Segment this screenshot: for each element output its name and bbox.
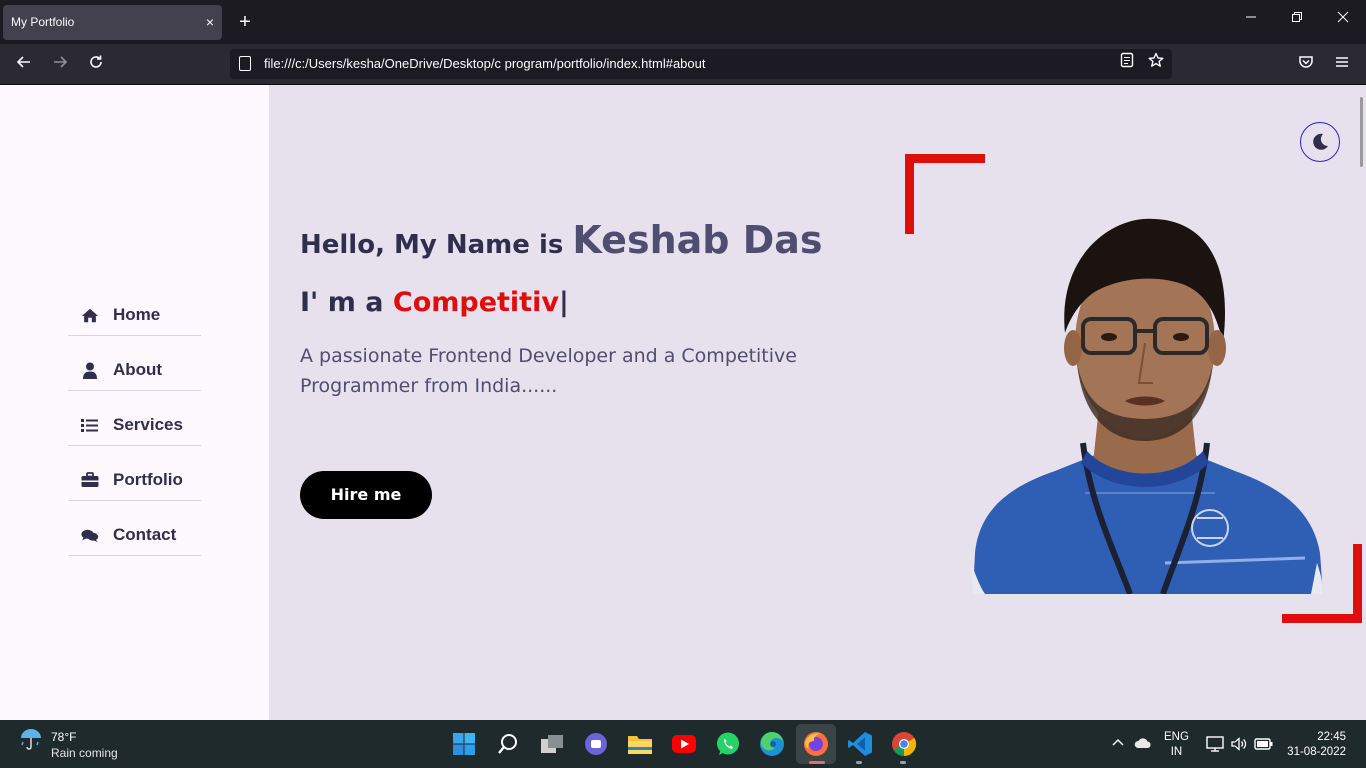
- whatsapp-icon[interactable]: [714, 730, 742, 758]
- dark-mode-toggle[interactable]: [1300, 122, 1340, 162]
- portfolio-page: Home About Services Portfolio Contact He…: [0, 85, 1366, 720]
- navigation-bar: file:///c:/Users/kesha/OneDrive/Desktop/…: [0, 44, 1366, 85]
- corner-bracket-bottom-right: [1282, 614, 1362, 623]
- sidebar-item-label: About: [113, 360, 163, 379]
- firefox-icon[interactable]: [802, 730, 830, 758]
- taskbar: 78°F Rain coming ENG IN 22:45 31-08-2022: [0, 720, 1366, 768]
- weather-status: Rain coming: [51, 746, 118, 760]
- weather-widget[interactable]: 78°F Rain coming: [18, 726, 118, 760]
- app-menu-icon[interactable]: [1329, 52, 1355, 78]
- comments-icon: [81, 527, 99, 543]
- clock-time: 22:45: [1317, 731, 1346, 743]
- tab-title: My Portfolio: [11, 15, 75, 29]
- browser-tab[interactable]: My Portfolio ×: [3, 5, 222, 40]
- corner-bracket-top-left: [905, 154, 985, 163]
- hero-greeting: Hello, My Name is Keshab Das: [300, 218, 823, 262]
- greeting-text: Hello, My Name is: [300, 230, 573, 260]
- url-text[interactable]: file:///c:/Users/kesha/OneDrive/Desktop/…: [264, 49, 705, 79]
- tab-bar: My Portfolio × +: [0, 0, 1366, 44]
- umbrella-rain-icon: [21, 729, 41, 750]
- back-arrow-icon[interactable]: [11, 52, 37, 78]
- chevron-up-icon[interactable]: [1111, 736, 1125, 750]
- home-icon: [81, 307, 99, 323]
- user-icon: [81, 362, 99, 379]
- youtube-icon[interactable]: [670, 730, 698, 758]
- edge-browser-icon[interactable]: [758, 730, 786, 758]
- hero-name: Keshab Das: [572, 218, 823, 262]
- hero-typing-line: I' m a Competitiv|: [300, 287, 569, 318]
- corner-bracket-bottom-right-vertical: [1353, 544, 1362, 623]
- typing-prefix: I' m a: [300, 287, 393, 318]
- network-icon[interactable]: [1206, 736, 1224, 755]
- weather-temperature: 78°F: [51, 730, 77, 744]
- sidebar-item-label: Portfolio: [113, 470, 183, 489]
- sidebar-item-label: Contact: [113, 525, 177, 544]
- sidebar: Home About Services Portfolio Contact: [0, 85, 269, 720]
- chrome-icon[interactable]: [890, 730, 918, 758]
- minimize-icon[interactable]: [1239, 10, 1263, 26]
- windows-start-icon[interactable]: [450, 730, 478, 758]
- vscode-running-indicator: [856, 761, 862, 764]
- vscode-icon[interactable]: [846, 730, 874, 758]
- firefox-active-indicator: [809, 761, 825, 764]
- file-explorer-icon[interactable]: [626, 730, 654, 758]
- tab-close-icon[interactable]: ×: [206, 5, 214, 40]
- language-indicator[interactable]: ENG IN: [1164, 730, 1189, 760]
- sidebar-item-contact[interactable]: Contact: [68, 501, 201, 556]
- pocket-icon[interactable]: [1293, 52, 1319, 78]
- corner-bracket-top-left-vertical: [905, 154, 914, 234]
- hero-description: A passionate Frontend Developer and a Co…: [300, 345, 797, 397]
- typed-text: Competitiv: [392, 287, 559, 318]
- reload-icon[interactable]: [83, 52, 109, 78]
- sidebar-item-services[interactable]: Services: [68, 391, 201, 446]
- battery-icon[interactable]: [1254, 737, 1274, 754]
- clock-date: 31-08-2022: [1287, 746, 1346, 758]
- reader-view-icon[interactable]: [1115, 52, 1139, 76]
- sidebar-item-label: Services: [113, 415, 183, 434]
- forward-arrow-icon[interactable]: [47, 52, 73, 78]
- volume-icon[interactable]: [1230, 736, 1248, 755]
- hire-me-button[interactable]: Hire me: [300, 471, 432, 519]
- list-icon: [81, 417, 99, 433]
- typing-cursor: |: [558, 287, 569, 318]
- sidebar-item-home[interactable]: Home: [68, 281, 201, 336]
- search-icon[interactable]: [494, 730, 522, 758]
- briefcase-icon: [81, 472, 99, 488]
- sidebar-item-about[interactable]: About: [68, 336, 201, 391]
- language-code: ENG: [1164, 731, 1189, 743]
- restore-icon[interactable]: [1285, 10, 1309, 26]
- sidebar-menu: Home About Services Portfolio Contact: [68, 281, 201, 556]
- page-scrollbar[interactable]: [1360, 97, 1363, 167]
- file-icon: [239, 56, 251, 71]
- sidebar-item-label: Home: [113, 305, 161, 324]
- task-view-icon[interactable]: [538, 730, 566, 758]
- sidebar-item-portfolio[interactable]: Portfolio: [68, 446, 201, 501]
- chrome-running-indicator: [900, 761, 906, 764]
- address-bar[interactable]: file:///c:/Users/kesha/OneDrive/Desktop/…: [230, 49, 1172, 79]
- moon-icon: [1313, 133, 1328, 150]
- system-clock[interactable]: 22:45 31-08-2022: [1286, 730, 1346, 760]
- bookmark-star-icon[interactable]: [1144, 52, 1168, 76]
- profile-photo: [971, 218, 1323, 594]
- close-window-icon[interactable]: [1331, 10, 1355, 26]
- onedrive-cloud-icon[interactable]: [1134, 737, 1152, 752]
- region-code: IN: [1170, 746, 1183, 758]
- teams-chat-icon[interactable]: [582, 730, 610, 758]
- new-tab-button[interactable]: +: [232, 8, 258, 36]
